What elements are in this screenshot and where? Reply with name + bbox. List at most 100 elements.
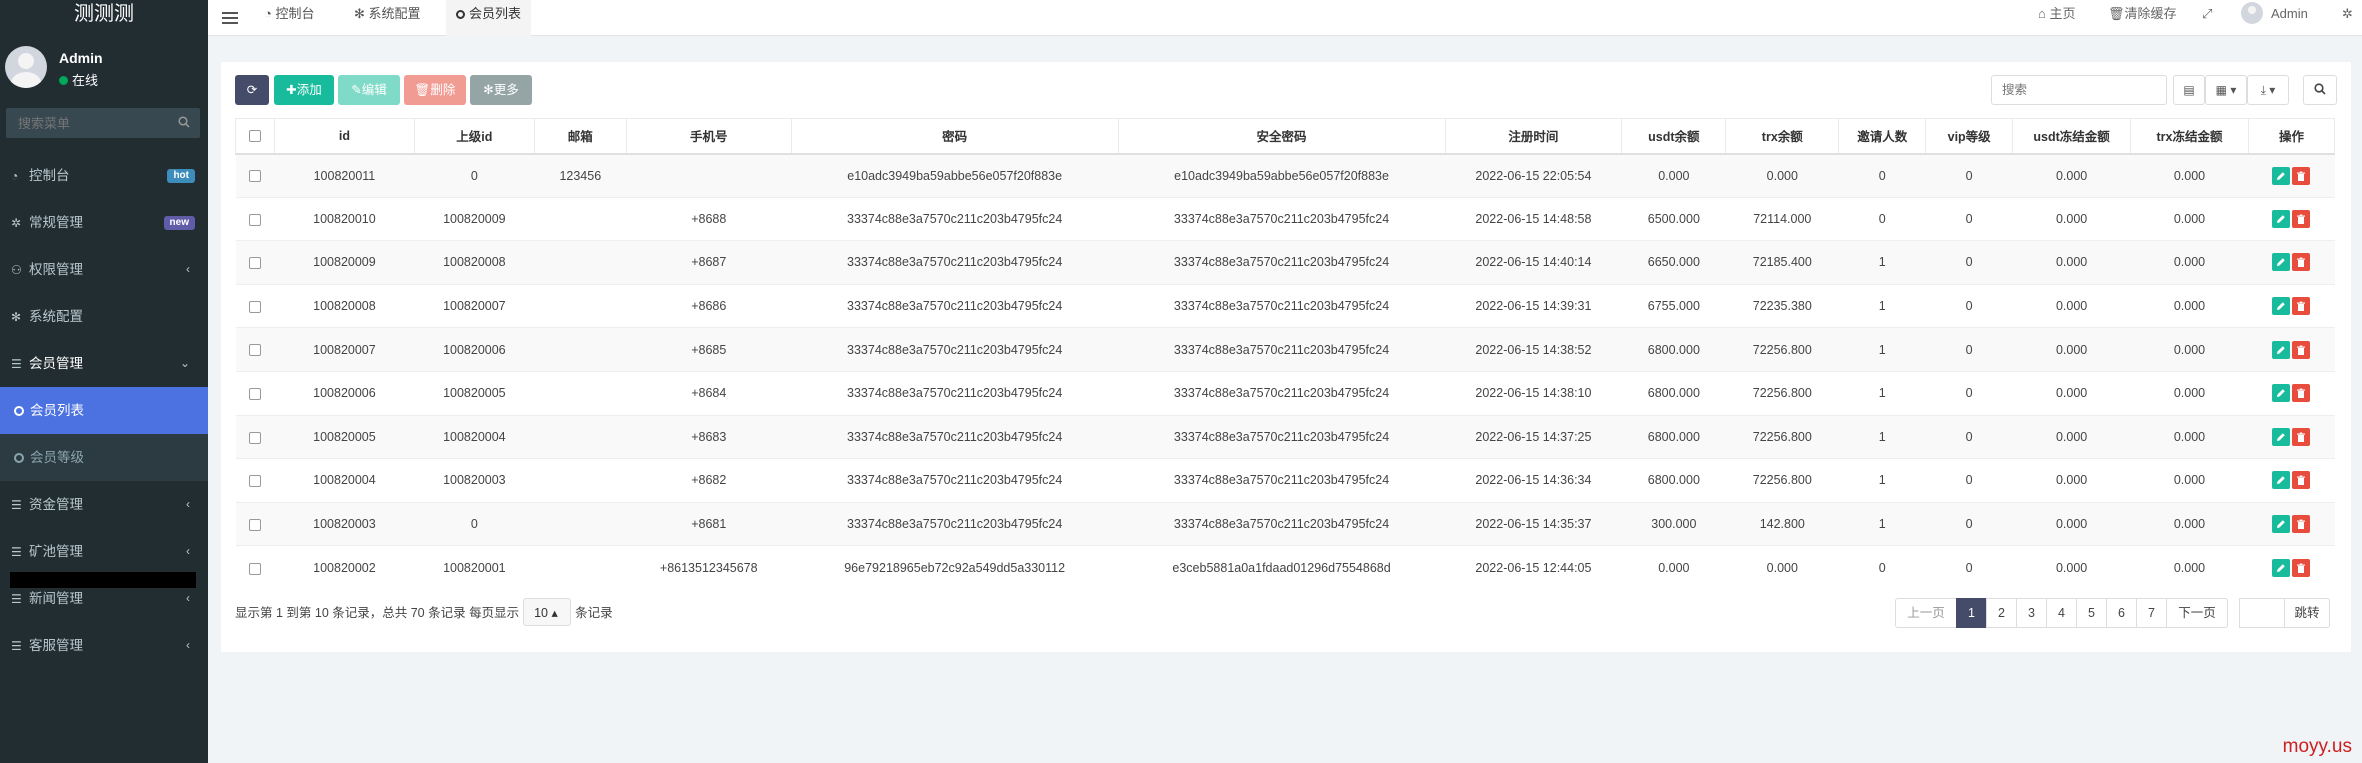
more-button[interactable]: ✻更多 (470, 75, 532, 105)
page-button[interactable]: 2 (1986, 598, 2017, 628)
select-all-checkbox[interactable] (248, 130, 261, 143)
col-header[interactable]: 密码 (790, 118, 1119, 155)
col-header[interactable]: trx余额 (1725, 118, 1840, 155)
col-header[interactable]: 邮箱 (533, 118, 627, 155)
row-checkbox[interactable] (248, 387, 261, 400)
add-button[interactable]: ✚添加 (274, 75, 334, 105)
sidebar-item-pool[interactable]: ☰ 矿池管理 ‹ (0, 528, 208, 575)
toggle-view-button[interactable]: ▤ (2173, 75, 2205, 105)
tab-system-config[interactable]: ✻ 系统配置 (354, 0, 421, 36)
tab-dashboard[interactable]: ◔ 控制台 (264, 0, 314, 36)
col-header[interactable]: vip等级 (1925, 118, 2014, 155)
row-checkbox[interactable] (248, 257, 261, 270)
columns-button[interactable]: ▦ ▾ (2205, 75, 2247, 105)
sidebar-item-funds[interactable]: ☰ 资金管理 ‹ (0, 481, 208, 528)
table-row[interactable]: 100820004 100820003 +8682 33374c88e3a7570c2… (235, 458, 2335, 503)
col-header[interactable]: 手机号 (625, 118, 792, 155)
sidebar-item-member-list[interactable]: 会员列表 (0, 387, 208, 434)
row-checkbox[interactable] (248, 170, 261, 183)
delete-row-button[interactable] (2292, 340, 2311, 359)
row-checkbox[interactable] (248, 213, 261, 226)
delete-row-button[interactable] (2292, 253, 2311, 272)
delete-row-button[interactable] (2292, 166, 2311, 185)
col-header[interactable]: 邀请人数 (1838, 118, 1927, 155)
page-button[interactable]: 6 (2106, 598, 2137, 628)
table-row[interactable]: 100820003 0 +8681 33374c88e3a7570c211c203b4… (235, 501, 2335, 546)
menu-search-input[interactable] (6, 108, 166, 138)
col-header[interactable]: usdt余额 (1621, 118, 1727, 155)
table-row[interactable]: 100820009 100820008 +8687 33374c88e3a7570c2… (235, 240, 2335, 285)
admin-menu[interactable]: Admin (2241, 0, 2308, 28)
col-header[interactable]: 安全密码 (1117, 118, 1446, 155)
delete-row-button[interactable] (2292, 558, 2311, 577)
table-row[interactable]: 100820007 100820006 +8685 33374c88e3a7570c2… (235, 327, 2335, 372)
table-row[interactable]: 100820002 100820001 +8613512345678 96e79218… (235, 545, 2335, 590)
edit-row-button[interactable] (2272, 253, 2291, 272)
clear-cache-button[interactable]: 🗑清除缓存 (2108, 0, 2177, 28)
page-size-select[interactable]: 10 ▴ (523, 598, 572, 626)
delete-row-button[interactable] (2292, 515, 2311, 534)
col-header[interactable]: 注册时间 (1444, 118, 1623, 155)
row-checkbox[interactable] (248, 431, 261, 444)
table-row[interactable]: 100820010 100820009 +8688 33374c88e3a7570c2… (235, 196, 2335, 241)
page-button[interactable]: 5 (2076, 598, 2107, 628)
edit-row-button[interactable] (2272, 558, 2291, 577)
refresh-button[interactable]: ⟳ (235, 75, 269, 105)
pagination: 上一页 1 2 3 4 5 6 7 下一页 跳转 (1895, 598, 2330, 628)
sidebar-item-general[interactable]: ✲ 常规管理 new (0, 199, 208, 246)
table-row[interactable]: 100820005 100820004 +8683 33374c88e3a7570c2… (235, 414, 2335, 459)
delete-row-button[interactable] (2292, 471, 2311, 490)
edit-row-button[interactable] (2272, 427, 2291, 446)
edit-row-button[interactable] (2272, 471, 2291, 490)
sidebar-item-member-level[interactable]: 会员等级 (0, 434, 208, 481)
col-header[interactable]: 上级id (413, 118, 535, 155)
page-button[interactable]: 3 (2016, 598, 2047, 628)
settings-icon[interactable]: ✲ (2342, 0, 2353, 28)
next-page-button[interactable]: 下一页 (2166, 598, 2228, 628)
row-checkbox[interactable] (248, 300, 261, 313)
edit-row-button[interactable] (2272, 166, 2291, 185)
sidebar-toggle-icon[interactable] (222, 9, 238, 27)
sidebar-item-system-config[interactable]: ✻ 系统配置 (0, 293, 208, 340)
sidebar-item-support[interactable]: ☰ 客服管理 ‹ (0, 622, 208, 669)
sidebar-item-members[interactable]: ☰ 会员管理 ⌄ (0, 340, 208, 387)
row-checkbox[interactable] (248, 562, 261, 575)
col-header[interactable]: trx冻结金额 (2130, 118, 2249, 155)
sidebar-item-dashboard[interactable]: ◔ 控制台 hot (0, 152, 208, 199)
edit-row-button[interactable] (2272, 515, 2291, 534)
goto-button[interactable]: 跳转 (2284, 598, 2330, 628)
page-button[interactable]: 4 (2046, 598, 2077, 628)
search-icon[interactable] (178, 116, 190, 128)
table-row[interactable]: 100820006 100820005 +8684 33374c88e3a7570c2… (235, 370, 2335, 416)
table-cell: 0 (1925, 458, 2013, 503)
page-button[interactable]: 1 (1956, 598, 1987, 628)
edit-button[interactable]: ✎编辑 (338, 75, 400, 105)
table-row[interactable]: 100820008 100820007 +8686 33374c88e3a7570c2… (235, 283, 2335, 328)
export-button[interactable]: ⤓ ▾ (2247, 75, 2289, 105)
table-search-input[interactable] (1992, 76, 2162, 104)
row-checkbox[interactable] (248, 344, 261, 357)
col-header[interactable]: usdt冻结金额 (2012, 118, 2132, 155)
edit-row-button[interactable] (2272, 209, 2291, 228)
row-checkbox[interactable] (248, 518, 261, 531)
brand-logo[interactable]: 测测测 (0, 0, 208, 28)
delete-button[interactable]: 🗑删除 (404, 75, 466, 105)
edit-row-button[interactable] (2272, 384, 2291, 403)
fullscreen-icon[interactable]: ⤢ (2202, 0, 2212, 28)
col-header[interactable]: id (273, 118, 415, 155)
prev-page-button[interactable]: 上一页 (1895, 598, 1957, 628)
edit-row-button[interactable] (2272, 340, 2291, 359)
delete-row-button[interactable] (2292, 297, 2311, 316)
search-toggle-button[interactable] (2303, 75, 2337, 105)
delete-row-button[interactable] (2292, 384, 2311, 403)
table-row[interactable]: 100820011 0 123456 e10adc3949ba59abbe56e057… (235, 153, 2335, 198)
delete-row-button[interactable] (2292, 427, 2311, 446)
row-checkbox[interactable] (248, 475, 261, 488)
home-link[interactable]: ⌂ 主页 (2038, 0, 2075, 28)
tab-member-list[interactable]: 会员列表 (446, 0, 532, 36)
page-button[interactable]: 7 (2136, 598, 2167, 628)
delete-row-button[interactable] (2292, 209, 2311, 228)
goto-page-input[interactable] (2239, 598, 2285, 628)
edit-row-button[interactable] (2272, 297, 2291, 316)
sidebar-item-permissions[interactable]: ⚇ 权限管理 ‹ (0, 246, 208, 293)
